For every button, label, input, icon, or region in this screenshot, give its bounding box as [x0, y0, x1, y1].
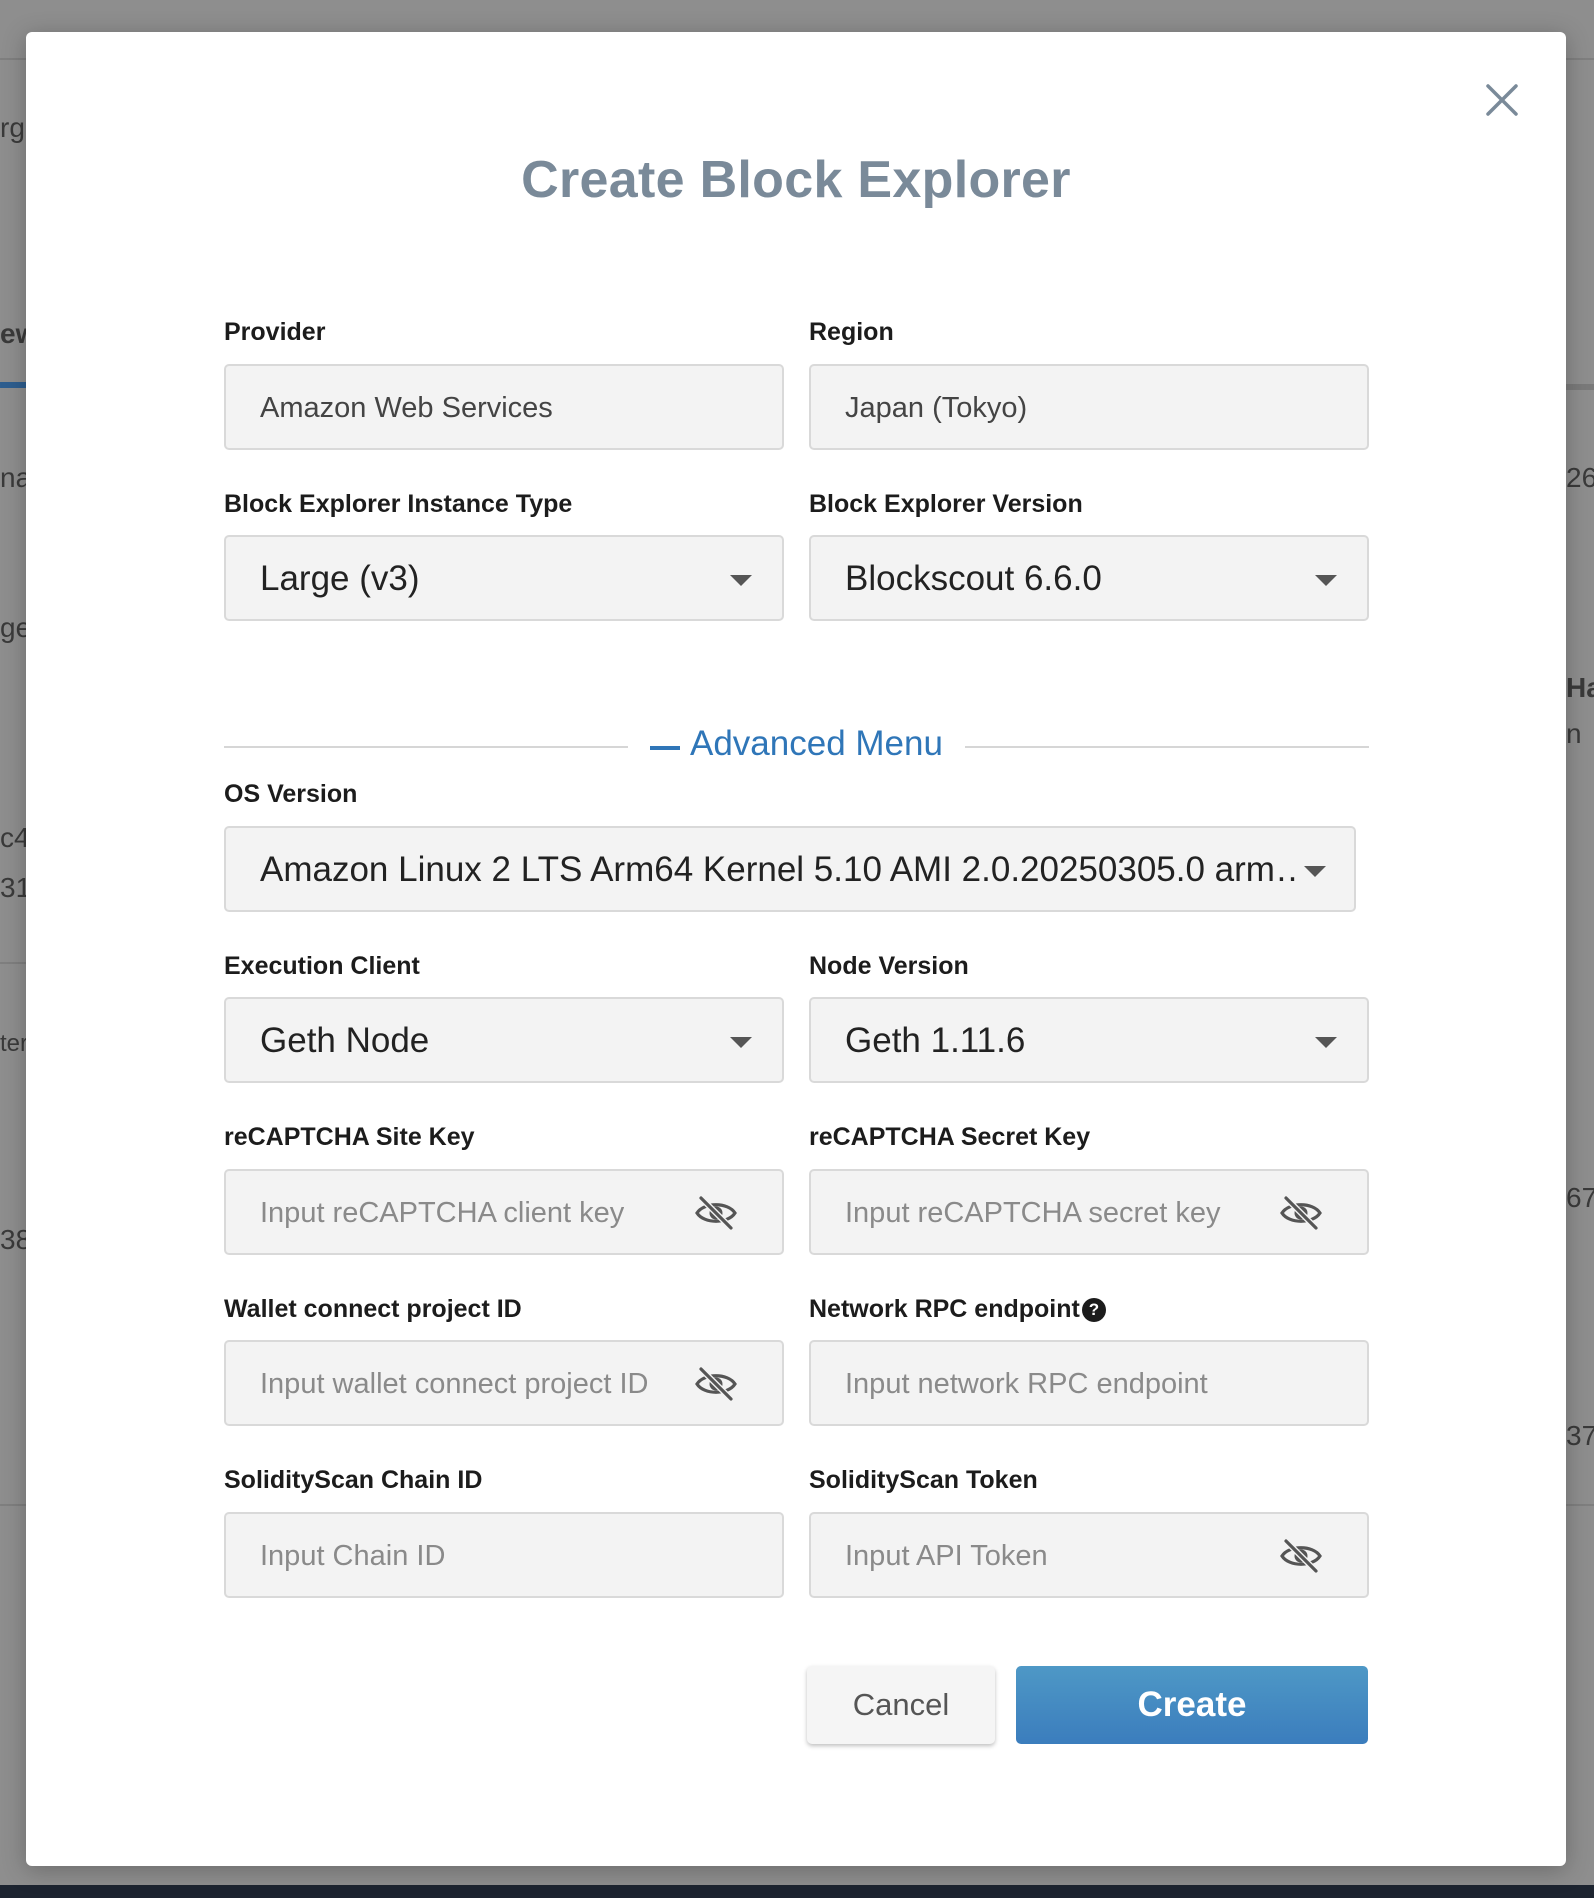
os-version-select[interactable]: Amazon Linux 2 LTS Arm64 Kernel 5.10 AMI…: [224, 826, 1356, 912]
network-rpc-label: Network RPC endpoint: [809, 1295, 1080, 1323]
background-text: Har: [1566, 672, 1594, 703]
background-divider: [0, 58, 26, 60]
background-active-tab: [0, 382, 26, 388]
solidityscan-token-label: SolidityScan Token: [809, 1466, 1038, 1494]
instance-type-label: Block Explorer Instance Type: [224, 490, 573, 518]
os-version-value: Amazon Linux 2 LTS Arm64 Kernel 5.10 AMI…: [260, 850, 1300, 889]
recaptcha-site-key-placeholder: Input reCAPTCHA client key: [260, 1197, 625, 1229]
version-value: Blockscout 6.6.0: [845, 559, 1102, 598]
solidityscan-token-placeholder: Input API Token: [845, 1540, 1048, 1572]
solidityscan-chain-id-input[interactable]: Input Chain ID: [224, 1512, 784, 1598]
chevron-down-icon: [1315, 1037, 1337, 1048]
wallet-connect-placeholder: Input wallet connect project ID: [260, 1368, 649, 1400]
region-label: Region: [809, 318, 894, 346]
chevron-down-icon: [1315, 575, 1337, 586]
background-divider: [1566, 58, 1594, 60]
version-select[interactable]: Blockscout 6.6.0: [809, 535, 1369, 621]
background-text: rg: [0, 112, 25, 143]
solidityscan-chain-id-label: SolidityScan Chain ID: [224, 1466, 483, 1494]
eye-off-icon[interactable]: [694, 1364, 738, 1404]
network-rpc-placeholder: Input network RPC endpoint: [845, 1368, 1208, 1400]
wallet-connect-input[interactable]: Input wallet connect project ID: [224, 1340, 784, 1426]
wallet-connect-label: Wallet connect project ID: [224, 1295, 522, 1323]
modal-title: Create Block Explorer: [521, 151, 1071, 209]
background-text: 67: [1566, 1182, 1594, 1213]
eye-off-icon[interactable]: [1279, 1536, 1323, 1576]
create-button[interactable]: Create: [1016, 1666, 1368, 1744]
network-rpc-input[interactable]: Input network RPC endpoint: [809, 1340, 1369, 1426]
recaptcha-site-key-input[interactable]: Input reCAPTCHA client key: [224, 1169, 784, 1255]
instance-type-value: Large (v3): [260, 559, 420, 598]
chevron-down-icon: [1304, 866, 1326, 877]
version-label: Block Explorer Version: [809, 490, 1083, 518]
eye-off-icon[interactable]: [694, 1193, 738, 1233]
chevron-down-icon: [730, 1037, 752, 1048]
advanced-divider-left: [224, 746, 628, 748]
execution-client-select[interactable]: Geth Node: [224, 997, 784, 1083]
execution-client-value: Geth Node: [260, 1021, 430, 1060]
create-block-explorer-modal: Create Block Explorer Provider Amazon We…: [26, 32, 1566, 1866]
provider-label: Provider: [224, 318, 326, 346]
provider-value: Amazon Web Services: [260, 392, 553, 424]
provider-field: Amazon Web Services: [224, 364, 784, 450]
background-text: 26: [1566, 462, 1594, 493]
recaptcha-secret-key-input[interactable]: Input reCAPTCHA secret key: [809, 1169, 1369, 1255]
background-divider: [0, 1504, 26, 1506]
node-version-select[interactable]: Geth 1.11.6: [809, 997, 1369, 1083]
os-version-label: OS Version: [224, 780, 358, 808]
eye-off-icon[interactable]: [1279, 1193, 1323, 1233]
solidityscan-token-input[interactable]: Input API Token: [809, 1512, 1369, 1598]
solidityscan-chain-id-placeholder: Input Chain ID: [260, 1540, 446, 1572]
recaptcha-secret-key-label: reCAPTCHA Secret Key: [809, 1123, 1091, 1151]
chevron-down-icon: [730, 575, 752, 586]
instance-type-select[interactable]: Large (v3): [224, 535, 784, 621]
execution-client-label: Execution Client: [224, 952, 420, 980]
background-divider: [0, 962, 26, 964]
region-field: Japan (Tokyo): [809, 364, 1369, 450]
background-text: 37: [1566, 1420, 1594, 1451]
node-version-value: Geth 1.11.6: [845, 1021, 1026, 1060]
close-icon[interactable]: [1476, 74, 1528, 126]
minus-icon[interactable]: [650, 746, 680, 750]
background-divider: [1566, 1504, 1594, 1506]
recaptcha-site-key-label: reCAPTCHA Site Key: [224, 1123, 475, 1151]
region-value: Japan (Tokyo): [845, 392, 1028, 424]
node-version-label: Node Version: [809, 952, 969, 980]
recaptcha-secret-key-placeholder: Input reCAPTCHA secret key: [845, 1197, 1221, 1229]
advanced-divider-right: [965, 746, 1369, 748]
question-circle-icon[interactable]: ?: [1082, 1298, 1106, 1322]
background-bottom-bar: [0, 1885, 1594, 1898]
background-text: n: [1566, 718, 1582, 749]
advanced-menu-toggle[interactable]: Advanced Menu: [690, 724, 943, 764]
background-text: ter: [0, 1030, 29, 1057]
background-divider: [1566, 384, 1594, 390]
cancel-button[interactable]: Cancel: [807, 1666, 995, 1744]
